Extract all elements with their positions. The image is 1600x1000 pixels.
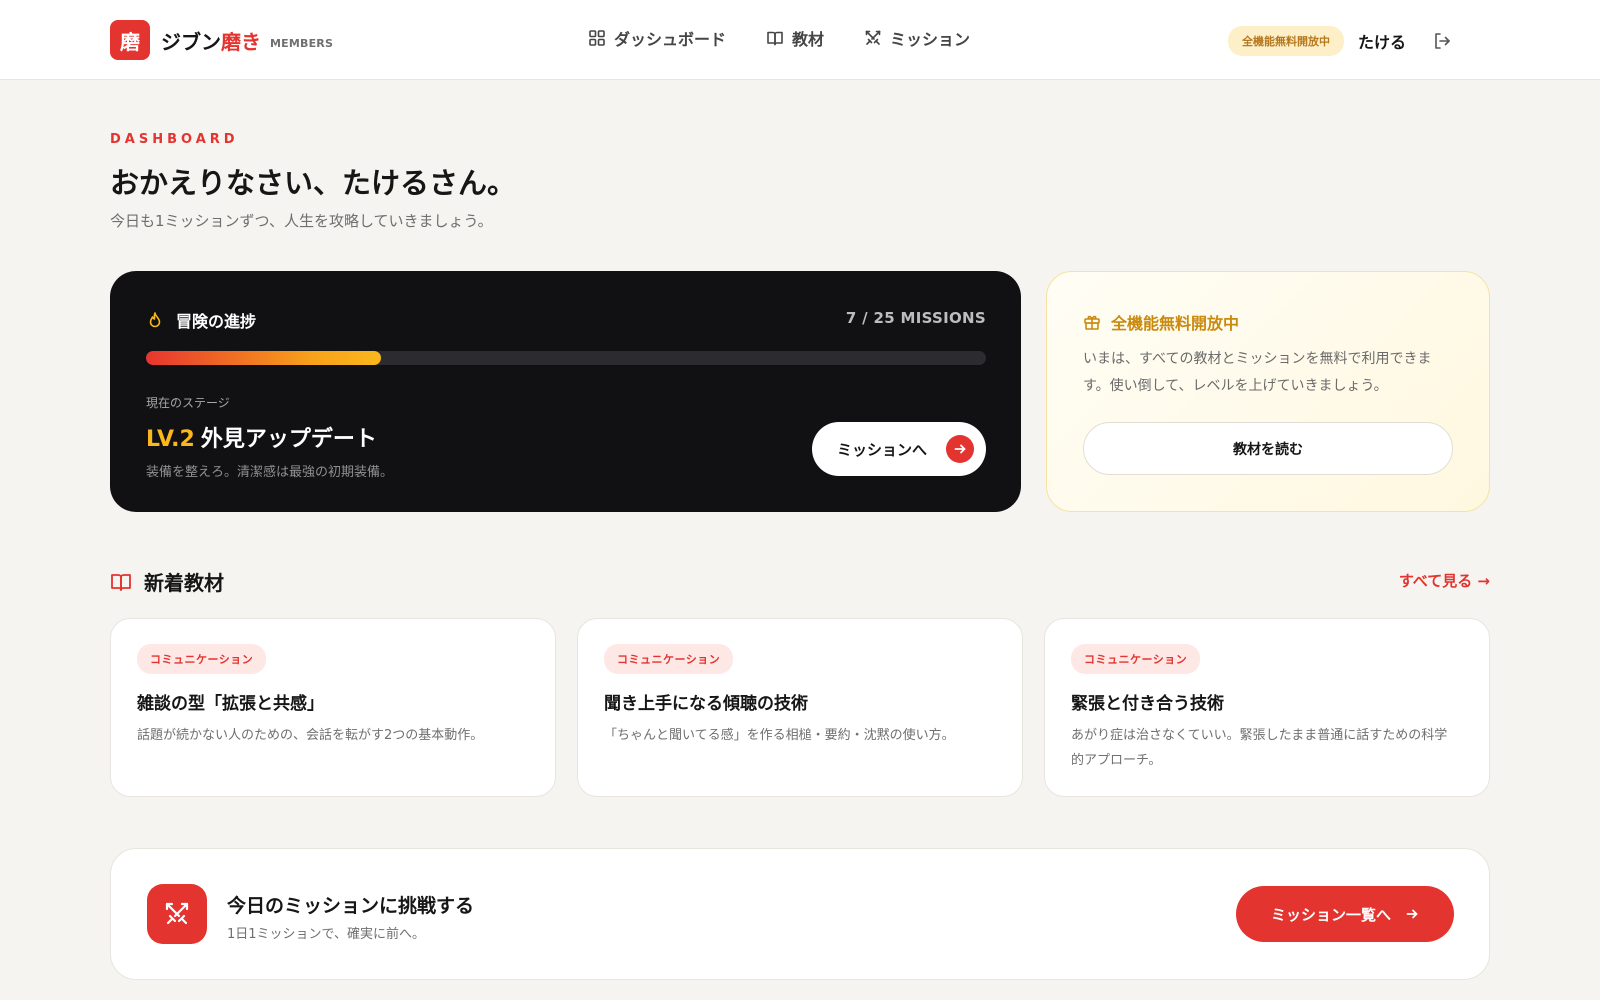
brand-name-main: ジブン — [161, 29, 221, 54]
arrow-right-icon — [1406, 909, 1418, 919]
progress-track — [146, 351, 986, 365]
grid-icon — [589, 30, 605, 46]
material-title: 聞き上手になる傾聴の技術 — [604, 694, 808, 714]
stage-description: 装備を整えろ。清潔感は最強の初期装備。 — [146, 465, 394, 480]
daily-mission-banner: 今日のミッションに挑戦する 1日1ミッションで、確実に前へ。 ミッション一覧へ — [110, 848, 1490, 980]
progress-card-header: 冒険の進捗 — [146, 308, 256, 332]
gift-icon — [1084, 315, 1100, 330]
stage-level: LV.2 — [146, 427, 195, 452]
swords-icon — [865, 30, 881, 45]
top-navigation-bar: 磨 ジブン磨き MEMBERS ダッシュボード 教材 ミッション 全機能無料開放… — [0, 0, 1600, 80]
book-icon — [111, 573, 131, 591]
material-card[interactable]: コミュニケーション 緊張と付き合う技術 あがり症は治さなくていい。緊張したまま普… — [1044, 618, 1490, 797]
go-to-mission-button[interactable]: ミッションへ — [812, 422, 986, 476]
logout-icon[interactable] — [1432, 31, 1452, 51]
material-card[interactable]: コミュニケーション 雑談の型「拡張と共感」 話題が続かない人のための、会話を転が… — [110, 618, 556, 797]
page-title: おかえりなさい、たけるさん。 — [110, 166, 517, 200]
nav-item-dashboard[interactable]: ダッシュボード — [588, 26, 726, 50]
free-card-header: 全機能無料開放中 — [1083, 310, 1239, 334]
category-tag: コミュニケーション — [137, 644, 267, 674]
stage-title: 外見アップデート — [200, 427, 377, 452]
arrow-right-icon — [954, 444, 966, 454]
material-description: 「ちゃんと聞いてる感」を作る相槌・要約・沈黙の使い方。 — [604, 728, 955, 743]
mission-list-button-label: ミッション一覧へ — [1270, 905, 1391, 924]
brand-logo-link[interactable]: 磨 ジブン磨き MEMBERS — [110, 20, 333, 60]
category-tag: コミュニケーション — [604, 644, 734, 674]
read-materials-button[interactable]: 教材を読む — [1083, 422, 1453, 475]
progress-fill — [146, 351, 382, 365]
material-card[interactable]: コミュニケーション 聞き上手になる傾聴の技術 「ちゃんと聞いてる感」を作る相槌・… — [577, 618, 1023, 797]
brand-name: ジブン磨き — [161, 26, 261, 55]
material-title: 緊張と付き合う技術 — [1071, 694, 1224, 714]
progress-title: 冒険の進捗 — [176, 312, 257, 331]
current-stage-label: 現在のステージ — [146, 396, 230, 410]
user-area: 全機能無料開放中 たける — [1227, 26, 1452, 56]
daily-mission-title: 今日のミッションに挑戦する — [227, 895, 475, 917]
nav-item-materials[interactable]: 教材 — [766, 26, 824, 50]
free-access-badge: 全機能無料開放中 — [1227, 26, 1344, 56]
see-all-link[interactable]: すべて見る → — [1399, 570, 1490, 591]
main-nav: ダッシュボード 教材 ミッション — [588, 26, 970, 50]
free-access-card: 全機能無料開放中 いまは、すべての教材とミッションを無料で利用できます。使い倒し… — [1046, 271, 1490, 512]
section-title: 新着教材 — [144, 571, 224, 595]
nav-item-label: ダッシュボード — [614, 30, 727, 49]
daily-mission-subtitle: 1日1ミッションで、確実に前へ。 — [227, 927, 426, 942]
brand-name-accent: 磨き — [221, 29, 261, 54]
free-card-text: いまは、すべての教材とミッションを無料で利用できます。使い倒して、レベルを上げて… — [1083, 351, 1432, 394]
swords-icon — [147, 884, 207, 944]
book-icon — [767, 31, 783, 46]
material-description: 話題が続かない人のための、会話を転がす2つの基本動作。 — [137, 728, 484, 743]
brand-members-label: MEMBERS — [270, 36, 334, 50]
nav-item-missions[interactable]: ミッション — [864, 26, 970, 50]
mission-button-label: ミッションへ — [837, 440, 928, 459]
swords-icon-glyph — [165, 902, 189, 925]
material-card-list: コミュニケーション 雑談の型「拡張と共感」 話題が続かない人のための、会話を転が… — [110, 618, 1490, 797]
current-stage-name: LV.2 外見アップデート — [146, 421, 377, 453]
arrow-right-circle-icon — [946, 435, 974, 463]
adventure-progress-card: 冒険の進捗 7 / 25 MISSIONS 現在のステージ LV.2 外見アップデ… — [110, 271, 1021, 512]
material-title: 雑談の型「拡張と共感」 — [137, 694, 324, 714]
flame-icon — [149, 312, 161, 328]
mission-count-text: 7 / 25 MISSIONS — [845, 309, 986, 327]
nav-item-label: ミッション — [890, 30, 971, 49]
nav-item-label: 教材 — [792, 30, 825, 49]
new-materials-header: 新着教材 — [110, 567, 224, 596]
material-description: あがり症は治さなくていい。緊張したまま普通に話すための科学的アプローチ。 — [1071, 728, 1448, 768]
brand-logo-mark: 磨 — [110, 20, 150, 60]
page-eyebrow: DASHBOARD — [110, 132, 239, 147]
category-tag: コミュニケーション — [1071, 644, 1201, 674]
free-card-title: 全機能無料開放中 — [1111, 314, 1240, 333]
mission-count: 7 / 25 MISSIONS — [846, 309, 986, 327]
page-subtitle: 今日も1ミッションずつ、人生を攻略していきましょう。 — [110, 212, 493, 230]
user-name[interactable]: たける — [1358, 29, 1406, 53]
mission-list-button[interactable]: ミッション一覧へ — [1236, 886, 1454, 942]
